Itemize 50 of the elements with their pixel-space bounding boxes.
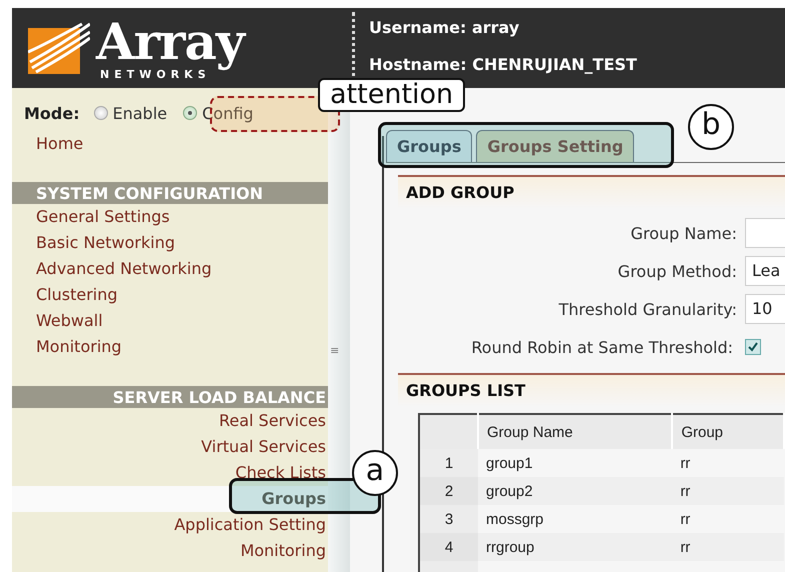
field-label: Round Robin at Same Threshold:: [471, 338, 733, 356]
hostname-text: Hostname: CHENRUJIAN_TEST: [369, 55, 637, 74]
table-cell: rr: [672, 449, 784, 477]
nav-item[interactable]: Basic Networking: [12, 230, 328, 256]
radio-label[interactable]: Config: [202, 104, 254, 122]
nav-item[interactable]: Real Services: [12, 408, 328, 434]
field-label: Group Method:: [618, 262, 737, 280]
nav-item[interactable]: Webwall: [12, 308, 328, 334]
nav-item[interactable]: Monitoring: [12, 334, 328, 360]
nav-item[interactable]: Application Setting: [12, 512, 328, 538]
table-cell: rr: [672, 477, 784, 505]
grip-icon[interactable]: ≡: [330, 344, 340, 357]
select-field[interactable]: Lea: [745, 256, 785, 286]
nav-item[interactable]: Virtual Services: [12, 434, 328, 460]
row-number: 1: [419, 449, 478, 477]
input-field[interactable]: 10: [745, 294, 785, 324]
row-number: 3: [419, 505, 478, 533]
nav-item[interactable]: General Settings: [12, 204, 328, 230]
table-cell: group2: [478, 477, 672, 505]
radio-button[interactable]: [94, 106, 108, 120]
table-cell: mossgrp: [478, 505, 672, 533]
nav-item[interactable]: Clustering: [12, 282, 328, 308]
table-cell: group1: [478, 449, 672, 477]
column-header[interactable]: Group Name: [478, 414, 672, 449]
field-label: Threshold Granularity:: [558, 300, 737, 318]
logo-icon: [28, 22, 90, 74]
username-text: Username: array: [369, 18, 520, 37]
tab[interactable]: Groups: [386, 130, 472, 162]
tab[interactable]: Groups Setting: [476, 130, 634, 162]
annotation-tag: attention: [318, 78, 466, 112]
input-field[interactable]: [745, 218, 785, 248]
nav-item[interactable]: Advanced Networking: [12, 256, 328, 282]
radio-label[interactable]: Enable: [112, 104, 168, 122]
column-header[interactable]: Group: [672, 414, 784, 449]
mode-label: Mode:: [24, 104, 80, 122]
home-link[interactable]: Home: [12, 124, 328, 158]
row-number: 4: [419, 533, 478, 561]
table-cell: rr: [672, 533, 784, 561]
nav-item[interactable]: Monitoring: [12, 538, 328, 564]
section-header: SERVER LOAD BALANCE: [12, 386, 328, 408]
logo-tagline: NETWORKS: [100, 68, 211, 80]
table-cell: rr: [672, 505, 784, 533]
nav-item[interactable]: Check Lists: [12, 460, 328, 486]
row-number: 2: [419, 477, 478, 505]
field-label: Group Name:: [630, 224, 737, 242]
table-cell: rrgroup: [478, 533, 672, 561]
radio-button[interactable]: [183, 106, 198, 120]
nav-item[interactable]: Groups: [12, 486, 328, 512]
checkbox[interactable]: [745, 339, 761, 355]
section-header: SYSTEM CONFIGURATION: [12, 182, 328, 204]
